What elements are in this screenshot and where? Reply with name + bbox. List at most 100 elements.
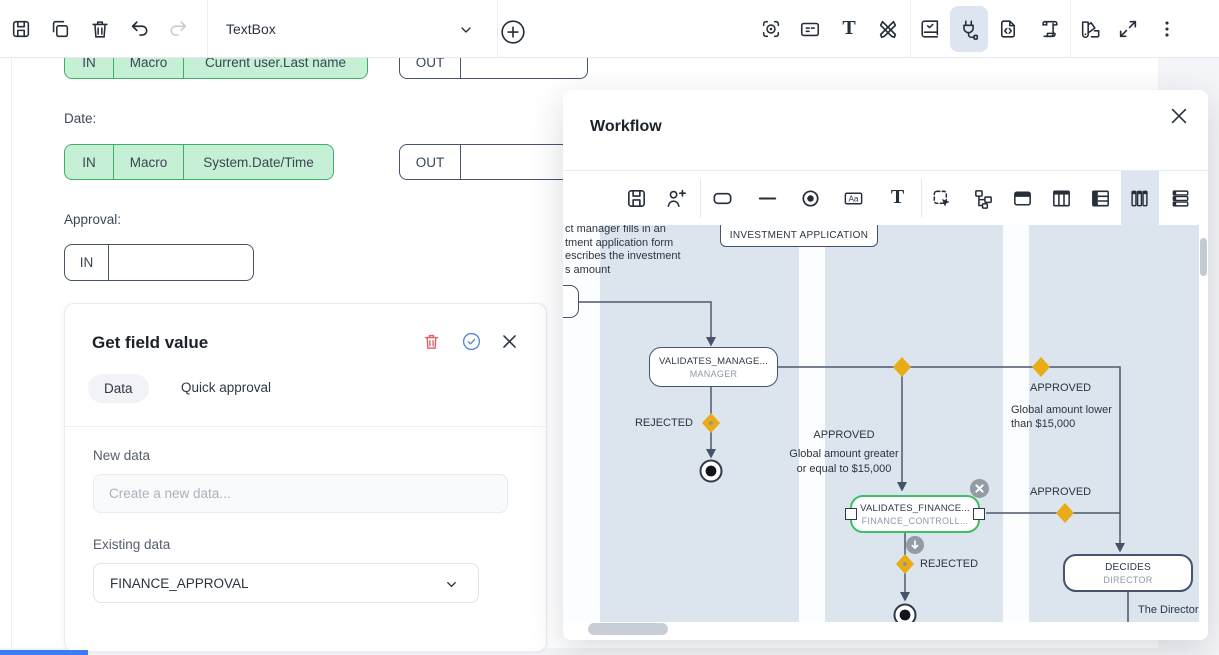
workflow-panel: Workflow Aa T <box>563 90 1208 640</box>
add-element-icon[interactable] <box>500 19 526 45</box>
date-field-label: Date: <box>64 111 96 126</box>
pill-value-label: System.Date/Time <box>183 145 333 179</box>
connections-plug-icon[interactable] <box>958 18 980 40</box>
design-pencils-icon[interactable] <box>877 18 899 40</box>
redo-icon <box>167 18 189 40</box>
diagram-note-text: ct manager fills in an tment application… <box>565 225 681 277</box>
existing-data-label: Existing data <box>93 537 170 552</box>
node-title: VALIDATES_FINANCE... <box>860 503 970 514</box>
horizontal-lanes-icon[interactable] <box>1169 187 1192 210</box>
preview-eye-icon[interactable] <box>760 18 782 40</box>
out-label: OUT <box>400 145 460 179</box>
script-scroll-icon[interactable] <box>1038 18 1060 40</box>
theme-swatches-icon[interactable] <box>1079 18 1101 40</box>
workflow-title: Workflow <box>590 118 662 136</box>
horizontal-scrollbar[interactable] <box>563 622 1208 640</box>
vertical-scrollbar-thumb[interactable] <box>1200 238 1207 276</box>
toolbar-separator <box>700 179 701 218</box>
vertical-lanes-icon[interactable] <box>1128 187 1151 210</box>
node-title: DECIDES <box>1105 562 1151 573</box>
close-icon[interactable] <box>1168 105 1190 127</box>
element-selector-dropdown[interactable]: TextBox <box>226 0 276 57</box>
chevron-down-icon[interactable] <box>458 22 474 38</box>
flow-nodes-icon[interactable] <box>972 187 995 210</box>
fullscreen-icon[interactable] <box>1117 18 1139 40</box>
save-icon[interactable] <box>10 18 32 40</box>
svg-text:Aa: Aa <box>849 194 859 203</box>
select-transform-icon[interactable] <box>930 187 953 210</box>
start-node[interactable] <box>563 285 579 318</box>
card-title: Get field value <box>92 333 208 353</box>
in-label: IN <box>65 245 108 280</box>
close-icon[interactable] <box>500 332 519 351</box>
duplicate-icon[interactable] <box>49 18 71 40</box>
delete-icon[interactable] <box>422 332 441 351</box>
approval-field-label: Approval: <box>64 212 121 227</box>
label-approved-mid: APPROVED Global amount greater or equal … <box>778 428 910 477</box>
move-down-badge[interactable] <box>906 536 924 554</box>
existing-data-value: FINANCE_APPROVAL <box>110 576 249 591</box>
node-title: VALIDATES_MANAGE... <box>659 356 768 367</box>
save-icon[interactable] <box>625 187 648 210</box>
new-data-input[interactable]: Create a new data... <box>93 474 508 513</box>
workflow-toolbar: Aa T <box>563 170 1208 225</box>
pill-in-label: IN <box>65 145 113 179</box>
sidebar-rows-icon[interactable] <box>1089 187 1112 210</box>
undo-icon[interactable] <box>129 18 151 40</box>
end-state-2 <box>895 605 916 623</box>
code-file-icon[interactable] <box>997 18 1019 40</box>
horizontal-scrollbar-thumb[interactable] <box>588 623 668 635</box>
text-tool-icon[interactable]: T <box>886 186 909 209</box>
top-toolbar: TextBox T <box>0 0 1219 58</box>
chevron-down-icon <box>444 577 459 592</box>
toolbar-separator <box>921 179 922 218</box>
out-box-date[interactable]: OUT <box>399 144 588 180</box>
in-value-empty[interactable] <box>108 245 253 280</box>
existing-data-select[interactable]: FINANCE_APPROVAL <box>93 563 479 603</box>
remove-node-badge[interactable] <box>970 479 989 498</box>
form-card-icon[interactable] <box>799 18 821 40</box>
toolbar-separator <box>497 0 498 57</box>
content-left-divider <box>11 58 12 648</box>
add-person-icon[interactable] <box>664 187 687 210</box>
connector-start-to-manager <box>579 302 711 337</box>
rules-book-icon[interactable] <box>919 18 941 40</box>
tab-quick-approval[interactable]: Quick approval <box>181 380 271 395</box>
label-approved-finance: APPROVED <box>1030 486 1091 498</box>
node-validates-manager[interactable]: VALIDATES_MANAGE... MANAGER <box>649 347 778 387</box>
node-validates-finance[interactable]: VALIDATES_FINANCE... FINANCE_CONTROLL... <box>850 495 980 533</box>
more-menu-icon[interactable] <box>1156 18 1178 40</box>
card-divider <box>65 426 548 427</box>
toolbar-separator <box>910 0 911 57</box>
pill-macro-label: Macro <box>113 145 183 179</box>
shape-state-icon[interactable] <box>711 187 734 210</box>
node-subtitle: FINANCE_CONTROLL... <box>862 516 969 526</box>
in-box-approval[interactable]: IN <box>64 244 254 281</box>
field-pill-date[interactable]: IN Macro System.Date/Time <box>64 144 334 180</box>
titled-frame-icon[interactable] <box>1011 187 1034 210</box>
shape-label-icon[interactable]: Aa <box>842 187 865 210</box>
label-rejected-manager: REJECTED <box>632 417 693 429</box>
connector-handle-left[interactable] <box>845 508 857 520</box>
shape-end-state-icon[interactable] <box>799 187 822 210</box>
workflow-canvas[interactable]: INVESTMENT APPLICATION ct manager fills … <box>563 225 1199 622</box>
new-data-label: New data <box>93 448 150 463</box>
label-approved-right: APPROVED Global amount lower than $15,00… <box>1011 381 1121 431</box>
end-state-1 <box>701 461 722 482</box>
lane-title-investment-application[interactable]: INVESTMENT APPLICATION <box>720 225 878 247</box>
tab-data[interactable]: Data <box>88 374 149 403</box>
bottom-progress-bar <box>0 650 88 655</box>
selected-element-label: TextBox <box>226 21 276 37</box>
new-data-placeholder: Create a new data... <box>109 486 231 501</box>
node-decides[interactable]: DECIDES DIRECTOR <box>1063 554 1193 592</box>
node-subtitle: DIRECTOR <box>1103 575 1152 585</box>
delete-icon[interactable] <box>89 18 111 40</box>
toolbar-separator <box>1070 0 1071 57</box>
label-rejected-finance: REJECTED <box>920 558 978 570</box>
text-tool-icon[interactable]: T <box>838 17 860 39</box>
table-columns-icon[interactable] <box>1050 187 1073 210</box>
toolbar-separator <box>207 0 208 57</box>
shape-line-icon[interactable] <box>756 187 779 210</box>
approve-check-icon[interactable] <box>462 332 481 351</box>
connector-handle-right[interactable] <box>973 508 985 520</box>
